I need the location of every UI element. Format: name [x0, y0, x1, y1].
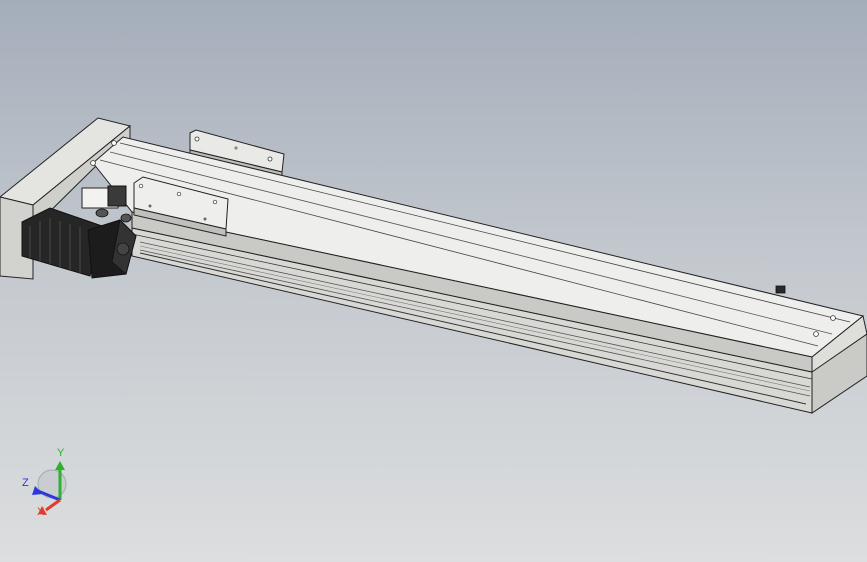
x-axis-line	[45, 498, 61, 512]
motor-coupling	[81, 185, 132, 223]
reference-triad[interactable]: Y Z X	[18, 448, 74, 520]
linear-module-model[interactable]	[0, 0, 867, 562]
limit-sensor	[775, 285, 786, 294]
motor	[21, 207, 137, 279]
triad-x-label: X	[37, 506, 45, 518]
triad-z-label: Z	[22, 477, 29, 489]
3d-viewport[interactable]: Y Z X	[0, 0, 867, 562]
y-axis-arrow	[55, 461, 65, 470]
triad-y-label: Y	[57, 447, 65, 459]
